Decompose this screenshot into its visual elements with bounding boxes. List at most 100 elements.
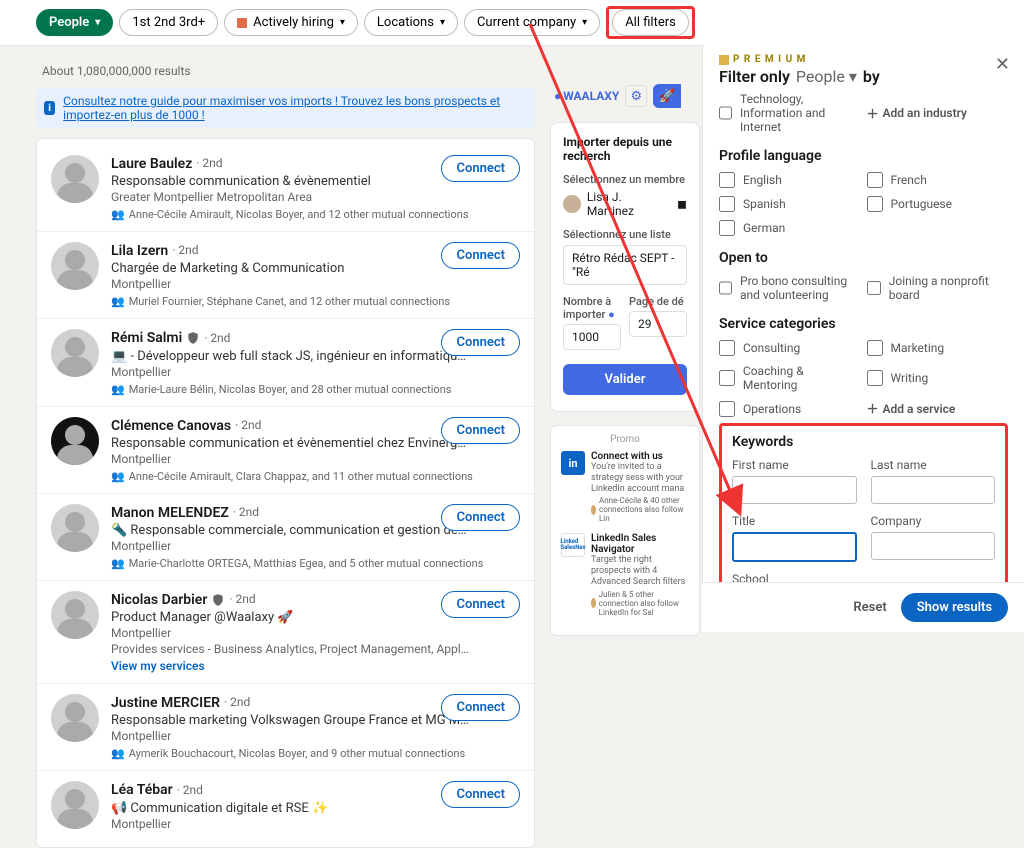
person-headline: Responsable marketing Volkswagen Groupe …	[111, 713, 471, 728]
service-checkbox[interactable]: Coaching & Mentoring	[719, 364, 861, 392]
all-filters-panel: ✕ P R E M I U M Filter only People▾ by T…	[702, 44, 1024, 632]
avatar[interactable]	[51, 694, 99, 742]
verified-shield-icon	[186, 331, 200, 345]
person-row[interactable]: Lila Izern· 2nd Chargée de Marketing & C…	[37, 232, 534, 319]
all-filters-button[interactable]: All filters	[612, 9, 689, 36]
service-checkbox[interactable]: Operations	[719, 400, 861, 417]
section-title: Service categories	[719, 316, 1008, 332]
count-input[interactable]: 1000	[563, 324, 621, 350]
language-checkbox[interactable]: Spanish	[719, 196, 861, 212]
people-icon: 👥	[111, 295, 125, 308]
person-row[interactable]: Rémi Salmi· 2nd 💻 - Développeur web full…	[37, 319, 534, 406]
connect-button[interactable]: Connect	[441, 781, 520, 808]
person-row[interactable]: Léa Tébar· 2nd 📢 Communication digitale …	[37, 771, 534, 840]
industry-checkbox[interactable]: Technology, Information and Internet	[719, 92, 861, 134]
connect-button[interactable]: Connect	[441, 504, 520, 531]
page-input[interactable]: 29	[629, 311, 687, 337]
degree: · 2nd	[177, 783, 203, 799]
add-industry-link[interactable]: ＋ Add an industry	[867, 92, 1009, 134]
person-name[interactable]: Rémi Salmi	[111, 329, 182, 347]
degree: · 2nd	[233, 505, 259, 521]
locations-filter[interactable]: Locations▾	[364, 9, 458, 36]
page-label: Page de dé	[629, 295, 687, 308]
language-checkbox[interactable]: German	[719, 220, 861, 236]
person-headline: Responsable communication et évènementie…	[111, 436, 471, 451]
person-row[interactable]: Manon MELENDEZ· 2nd 🔦 Responsable commer…	[37, 494, 534, 581]
degree-filter[interactable]: 1st 2nd 3rd+	[119, 9, 218, 36]
promoted-card: Promo in Connect with us You're invited …	[550, 425, 700, 636]
view-services-link[interactable]: View my services	[111, 659, 520, 673]
connect-button[interactable]: Connect	[441, 694, 520, 721]
results-card: Laure Baulez · 2nd Responsable communicat…	[36, 138, 535, 848]
service-checkbox[interactable]: Consulting	[719, 340, 861, 356]
person-name[interactable]: Clémence Canovas	[111, 417, 231, 435]
person-name[interactable]: Manon MELENDEZ	[111, 504, 229, 522]
avatar[interactable]	[51, 417, 99, 465]
select-list-label: Sélectionnez une liste	[563, 228, 687, 241]
current-company-filter[interactable]: Current company▾	[464, 9, 600, 36]
person-location: Montpellier	[111, 729, 520, 743]
avatar[interactable]	[51, 329, 99, 377]
service-checkbox[interactable]: Marketing	[867, 340, 1009, 356]
add-service-link[interactable]: ＋ Add a service	[867, 400, 1009, 417]
firstname-field: First name	[732, 458, 857, 504]
person-name[interactable]: Léa Tébar	[111, 781, 173, 799]
people-icon: 👥	[111, 747, 125, 760]
select-member-label: Sélectionnez un membre	[563, 173, 687, 186]
person-location: Montpellier	[111, 626, 520, 640]
connect-button[interactable]: Connect	[441, 329, 520, 356]
service-checkbox[interactable]: Writing	[867, 364, 1009, 392]
close-icon[interactable]: ✕	[995, 54, 1010, 75]
person-row[interactable]: Nicolas Darbier· 2nd Product Manager @Wa…	[37, 581, 534, 684]
avatar[interactable]	[51, 242, 99, 290]
lastname-input[interactable]	[871, 476, 996, 504]
validate-button[interactable]: Valider	[563, 364, 687, 395]
avatar[interactable]	[51, 504, 99, 552]
promo-header: Promo	[561, 434, 689, 445]
reset-button[interactable]: Reset	[853, 600, 886, 615]
person-location: Montpellier	[111, 817, 520, 831]
list-select[interactable]: Rétro Rédac SEPT - "Ré	[563, 245, 687, 285]
industries-section: Technology, Information and Internet ＋ A…	[719, 92, 1008, 134]
import-guide-banner[interactable]: i Consultez notre guide pour maximiser v…	[36, 88, 535, 128]
title-input[interactable]	[732, 532, 857, 562]
mutual-connections: 👥Anne-Cécile Amirault, Clara Chappaz, an…	[111, 470, 520, 483]
connect-button[interactable]: Connect	[441, 242, 520, 269]
avatar[interactable]	[51, 155, 99, 203]
waalaxy-widget: WAALAXY ⚙ 🚀 Importer depuis une recherch…	[550, 76, 700, 412]
promo-item[interactable]: in Connect with us You're invited to a s…	[561, 451, 689, 523]
language-checkbox[interactable]: French	[867, 172, 1009, 188]
person-name[interactable]: Lila Izern	[111, 242, 168, 260]
guide-link[interactable]: Consultez notre guide pour maximiser vos…	[63, 94, 527, 122]
person-row[interactable]: Laure Baulez· 2nd Responsable communicat…	[37, 145, 534, 232]
people-select[interactable]: People▾	[796, 67, 857, 86]
person-name[interactable]: Justine MERCIER	[111, 694, 220, 712]
language-checkbox[interactable]: Portuguese	[867, 196, 1009, 212]
member-row[interactable]: Lisa J. Martinez◼	[563, 190, 687, 218]
hiring-filter[interactable]: Actively hiring▾	[224, 9, 358, 36]
show-results-button[interactable]: Show results	[901, 593, 1008, 622]
premium-badge: P R E M I U M	[719, 54, 1008, 65]
connect-button[interactable]: Connect	[441, 417, 520, 444]
person-row[interactable]: Clémence Canovas· 2nd Responsable commun…	[37, 407, 534, 494]
firstname-input[interactable]	[732, 476, 857, 504]
gear-icon[interactable]: ⚙	[625, 85, 647, 107]
avatar[interactable]	[51, 781, 99, 829]
promo-item[interactable]: LinkedSalesNav LinkedIn Sales Navigator …	[561, 533, 689, 616]
launch-icon[interactable]: 🚀	[653, 84, 681, 108]
company-input[interactable]	[871, 532, 996, 560]
language-checkbox[interactable]: English	[719, 172, 861, 188]
profile-language-section: Profile language EnglishFrenchSpanishPor…	[719, 148, 1008, 236]
person-name[interactable]: Nicolas Darbier	[111, 591, 207, 609]
person-row[interactable]: Justine MERCIER· 2nd Responsable marketi…	[37, 684, 534, 771]
person-headline: 💻 - Développeur web full stack JS, ingén…	[111, 349, 471, 364]
waalaxy-logo: WAALAXY	[554, 89, 619, 103]
person-name[interactable]: Laure Baulez	[111, 155, 192, 173]
promo-title: LinkedIn Sales Navigator	[591, 533, 689, 555]
people-dropdown[interactable]: People▾	[36, 9, 113, 36]
connect-button[interactable]: Connect	[441, 155, 520, 182]
opento-checkbox[interactable]: Joining a nonprofit board	[867, 274, 1009, 302]
opento-checkbox[interactable]: Pro bono consulting and volunteering	[719, 274, 861, 302]
connect-button[interactable]: Connect	[441, 591, 520, 618]
filters-footer: Reset Show results	[702, 582, 1024, 632]
